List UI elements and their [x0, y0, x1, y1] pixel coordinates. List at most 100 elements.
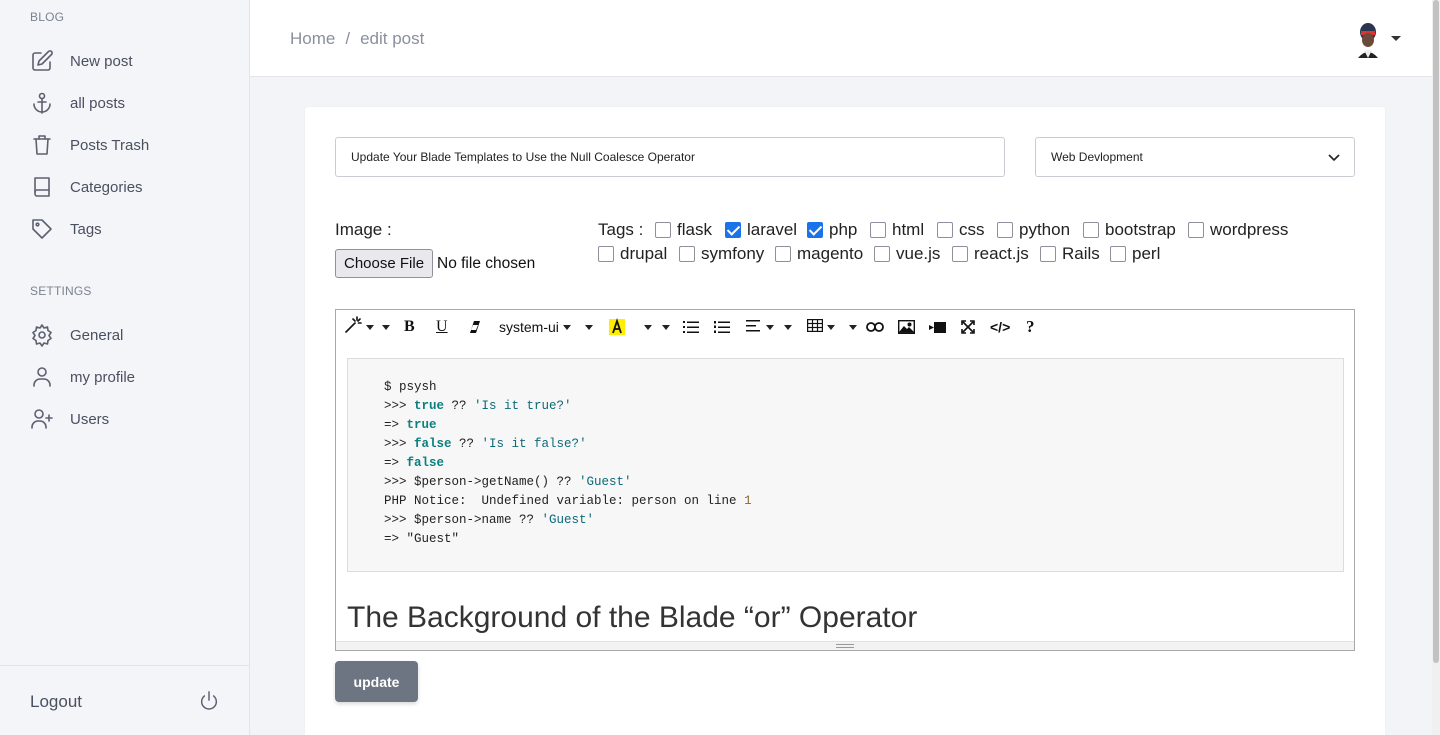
help-icon[interactable]: ?	[1026, 317, 1035, 337]
sidebar-item-all-posts[interactable]: all posts	[30, 91, 125, 115]
tag-checkbox-wordpress[interactable]: wordpress	[1188, 220, 1288, 240]
tag-label: symfony	[701, 244, 765, 263]
sidebar-item-my-profile[interactable]: my profile	[30, 365, 135, 389]
code-line: => "Guest"	[384, 532, 460, 546]
magic-wand-icon	[344, 316, 362, 338]
tag-label: flask	[677, 220, 712, 239]
code-line: >>> $person->name ?? 'Guest'	[384, 513, 595, 527]
top-header: Home / edit post	[250, 0, 1440, 77]
tag-label: laravel	[747, 220, 798, 239]
tag-label: perl	[1132, 244, 1161, 263]
update-button[interactable]: update	[335, 661, 418, 702]
blog-section-title: BLOG	[30, 10, 65, 24]
sidebar-item-tags[interactable]: Tags	[30, 217, 102, 241]
editor-toolbar: B U system-ui </> ?	[336, 310, 1354, 344]
checkbox-checked[interactable]	[725, 222, 741, 238]
checkbox[interactable]	[655, 222, 671, 238]
bold-icon[interactable]: B	[404, 317, 415, 337]
book-icon	[30, 175, 54, 199]
tag-checkbox-perl[interactable]: perl	[1110, 244, 1160, 264]
sidebar-item-new-post[interactable]: New post	[30, 49, 133, 73]
checkbox[interactable]	[874, 246, 890, 262]
code-view-icon[interactable]: </>	[990, 317, 1010, 337]
checkbox[interactable]	[937, 222, 953, 238]
table-dropdown[interactable]	[807, 317, 857, 337]
font-name: system-ui	[499, 319, 559, 335]
text-color-dropdown[interactable]	[640, 317, 670, 337]
anchor-icon	[30, 91, 54, 115]
unordered-list-icon[interactable]	[683, 317, 699, 337]
tag-checkbox-magento[interactable]: magento	[775, 244, 863, 264]
tag-checkbox-vuejs[interactable]: vue.js	[874, 244, 940, 264]
avatar[interactable]	[1355, 20, 1381, 58]
sidebar-item-posts-trash[interactable]: Posts Trash	[30, 133, 149, 157]
link-icon[interactable]	[866, 317, 884, 337]
code-line: >>> false ?? 'Is it false?'	[384, 437, 587, 451]
breadcrumb-separator: /	[345, 29, 351, 48]
sidebar-item-label: New post	[70, 52, 133, 70]
choose-file-button[interactable]: Choose File	[335, 249, 434, 278]
sidebar-item-users[interactable]: Users	[30, 407, 109, 431]
text-color-icon[interactable]	[608, 317, 626, 337]
eraser-icon[interactable]	[468, 317, 482, 337]
code-line: >>> $person->getName() ?? 'Guest'	[384, 475, 632, 489]
tag-checkbox-reactjs[interactable]: react.js	[952, 244, 1029, 264]
edit-icon	[30, 49, 54, 73]
tag-checkbox-rails[interactable]: Rails	[1040, 244, 1100, 264]
sidebar-footer: Logout	[0, 665, 249, 735]
checkbox[interactable]	[1188, 222, 1204, 238]
video-icon[interactable]	[929, 317, 946, 337]
checkbox[interactable]	[997, 222, 1013, 238]
table-icon	[807, 318, 824, 336]
editor-resize-handle[interactable]	[336, 641, 1354, 650]
category-selected-value: Web Devlopment	[1051, 150, 1143, 164]
tags-label: Tags :	[598, 220, 644, 239]
underline-icon[interactable]: U	[436, 317, 448, 337]
scrollbar-thumb[interactable]	[1433, 0, 1439, 663]
editor-heading[interactable]: The Background of the Blade “or” Operato…	[347, 601, 917, 635]
breadcrumb-home[interactable]: Home	[290, 29, 335, 49]
tag-checkbox-bootstrap[interactable]: bootstrap	[1083, 220, 1176, 240]
tag-checkbox-laravel[interactable]: laravel	[725, 220, 797, 240]
fullscreen-icon[interactable]	[961, 317, 975, 337]
logout-link[interactable]: Logout	[30, 692, 82, 712]
post-title-input[interactable]	[335, 137, 1005, 177]
tag-checkbox-symfony[interactable]: symfony	[679, 244, 764, 264]
checkbox[interactable]	[870, 222, 886, 238]
tag-checkbox-flask[interactable]: flask	[655, 220, 712, 240]
chevron-down-icon[interactable]	[1391, 36, 1401, 41]
page-scrollbar[interactable]	[1432, 0, 1440, 735]
font-family-dropdown[interactable]: system-ui	[499, 317, 593, 337]
tag-label: html	[892, 220, 925, 239]
code-block[interactable]: $ psysh >>> true ?? 'Is it true?' => tru…	[347, 358, 1344, 572]
checkbox[interactable]	[775, 246, 791, 262]
image-icon[interactable]	[898, 317, 915, 337]
tag-label: react.js	[974, 244, 1029, 263]
gear-icon	[30, 323, 54, 347]
sidebar-item-label: Users	[70, 410, 110, 428]
tag-checkbox-html[interactable]: html	[870, 220, 924, 240]
align-left-icon	[746, 319, 762, 336]
paragraph-align-dropdown[interactable]	[746, 317, 792, 337]
checkbox-checked[interactable]	[807, 222, 823, 238]
code-line: >>> true ?? 'Is it true?'	[384, 399, 572, 413]
tag-label: Rails	[1062, 244, 1100, 263]
code-line: => true	[384, 418, 437, 432]
category-select[interactable]: Web Devlopment	[1035, 137, 1355, 177]
checkbox[interactable]	[1040, 246, 1056, 262]
tag-checkbox-python[interactable]: python	[997, 220, 1070, 240]
ordered-list-icon[interactable]	[714, 317, 730, 337]
checkbox[interactable]	[598, 246, 614, 262]
checkbox[interactable]	[679, 246, 695, 262]
tag-checkbox-css[interactable]: css	[937, 220, 985, 240]
style-magic-button[interactable]	[344, 316, 390, 338]
tag-checkbox-php[interactable]: php	[807, 220, 857, 240]
sidebar-item-categories[interactable]: Categories	[30, 175, 143, 199]
sidebar-item-general[interactable]: General	[30, 323, 123, 347]
checkbox[interactable]	[952, 246, 968, 262]
edit-post-card: Web Devlopment Image : Choose File No fi…	[305, 107, 1385, 735]
checkbox[interactable]	[1110, 246, 1126, 262]
checkbox[interactable]	[1083, 222, 1099, 238]
power-icon[interactable]	[198, 690, 220, 712]
tag-checkbox-drupal[interactable]: drupal	[598, 244, 667, 264]
